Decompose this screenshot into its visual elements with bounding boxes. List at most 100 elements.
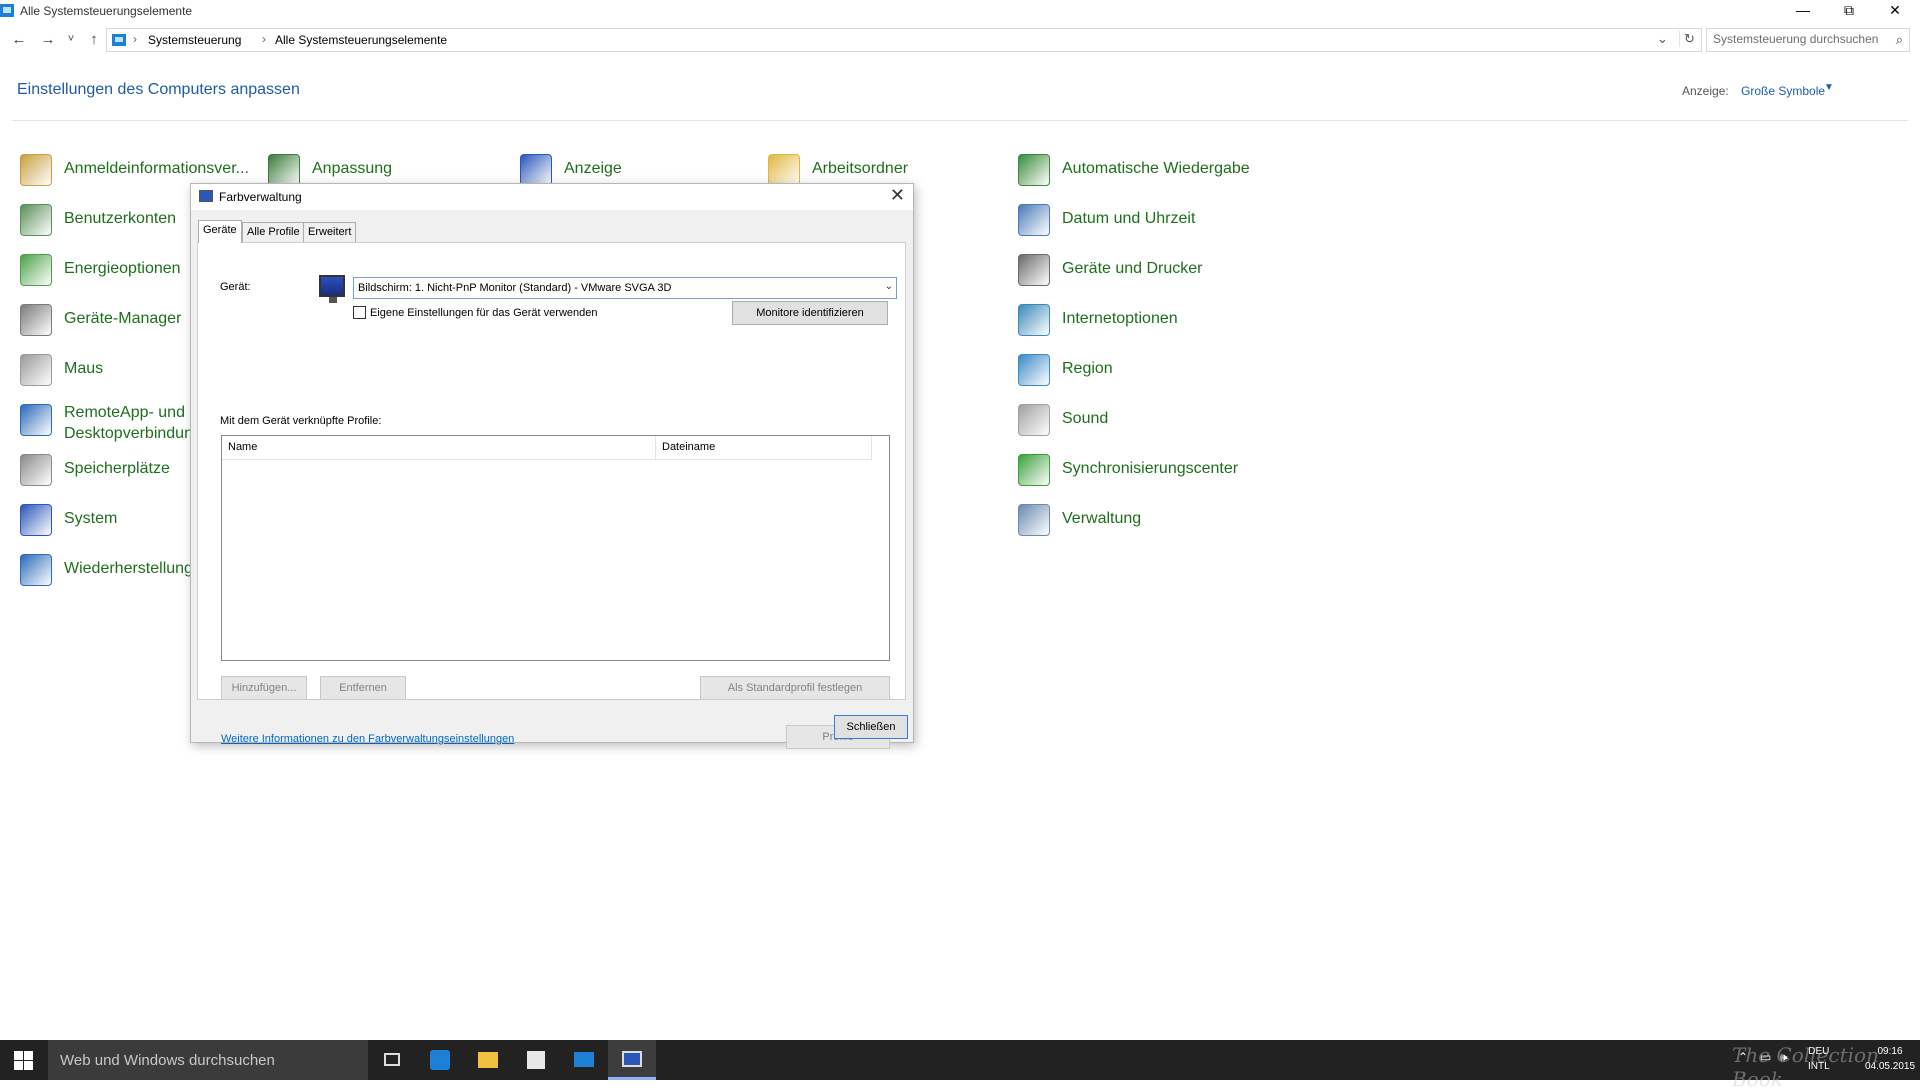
close-dialog-button[interactable]: Schließen (834, 715, 908, 739)
window-title: Alle Systemsteuerungselemente (20, 4, 193, 18)
start-button[interactable] (0, 1040, 48, 1080)
control-panel-item-label: Sound (1062, 410, 1109, 427)
personalization-icon (268, 154, 300, 186)
printer-icon (1018, 254, 1050, 286)
device-manager-icon (20, 304, 52, 336)
taskbar-search[interactable]: Web und Windows durchsuchen (48, 1040, 368, 1080)
column-header-filename[interactable]: Dateiname (656, 436, 872, 460)
remote-desktop-icon (20, 404, 52, 436)
windows-logo-pane (14, 1061, 23, 1070)
color-management-dialog: Farbverwaltung ✕ Geräte Alle Profile Erw… (190, 183, 914, 749)
restore-button[interactable]: ⧉ (1826, 0, 1872, 22)
taskbar: Web und Windows durchsuchen ⌃ ▭ 🕪 DEU IN… (0, 1040, 1920, 1080)
control-panel-item-label: System (64, 510, 118, 527)
clock-icon (1018, 204, 1050, 236)
speaker-icon (1018, 404, 1050, 436)
remove-button[interactable]: Entfernen (320, 676, 406, 700)
profiles-table[interactable]: Name Dateiname (221, 435, 890, 661)
address-history-chevron-icon[interactable]: ⌄ (1657, 31, 1668, 47)
forward-icon[interactable]: → (39, 31, 57, 48)
back-icon[interactable]: ← (10, 31, 28, 48)
internet-explorer-icon (430, 1050, 450, 1070)
taskbar-app-control-panel[interactable] (560, 1040, 608, 1080)
task-view-button[interactable] (368, 1040, 416, 1080)
control-panel-item-label: Wiederherstellung (64, 560, 193, 577)
caret-down-icon[interactable]: ▼ (1824, 82, 1834, 93)
up-icon[interactable]: ↑ (85, 31, 103, 48)
use-own-settings-checkbox[interactable] (353, 306, 366, 319)
close-window-button[interactable]: ✕ (1872, 0, 1918, 22)
control-panel-item-label: Geräte und Drucker (1062, 260, 1203, 277)
control-panel-item-label: Energieoptionen (64, 260, 181, 277)
divider (12, 120, 1908, 121)
control-panel-item-label: Datum und Uhrzeit (1062, 210, 1196, 227)
tab-all-profiles[interactable]: Alle Profile (242, 222, 305, 242)
search-box[interactable]: ⌕ (1706, 28, 1910, 52)
search-icon[interactable]: ⌕ (1896, 32, 1903, 48)
display-icon (520, 154, 552, 186)
control-panel-item-label: Benutzerkonten (64, 210, 177, 227)
control-panel-item-label: Geräte-Manager (64, 310, 182, 327)
globe-icon (1018, 354, 1050, 386)
control-panel-item-label: Internetoptionen (1062, 310, 1178, 327)
folder-icon (478, 1052, 498, 1068)
view-label: Anzeige: (1682, 84, 1729, 98)
devices-panel: Gerät: Bildschirm: 1. Nicht-PnP Monitor … (197, 242, 906, 749)
mouse-icon (20, 354, 52, 386)
dialog-title: Farbverwaltung (219, 190, 302, 204)
store-icon (527, 1051, 545, 1069)
search-input[interactable] (1713, 32, 1883, 46)
device-select[interactable]: Bildschirm: 1. Nicht-PnP Monitor (Standa… (353, 277, 897, 299)
breadcrumb-systemsteuerung[interactable]: Systemsteuerung (148, 33, 241, 47)
windows-logo-icon (14, 1051, 23, 1060)
taskbar-app-internet-explorer[interactable] (416, 1040, 464, 1080)
dialog-titlebar: Farbverwaltung ✕ (191, 184, 913, 210)
recent-locations-icon[interactable]: ˅ (62, 33, 80, 45)
address-bar[interactable]: › Systemsteuerung › Alle Systemsteuerung… (106, 28, 1702, 52)
view-mode-dropdown[interactable]: Große Symbole (1741, 84, 1825, 98)
taskbar-app-store[interactable] (512, 1040, 560, 1080)
taskbar-app-explorer[interactable] (464, 1040, 512, 1080)
more-info-link[interactable]: Weitere Informationen zu den Farbverwalt… (221, 733, 514, 745)
taskbar-app-color-management[interactable] (608, 1040, 656, 1080)
refresh-icon[interactable]: ↻ (1679, 31, 1695, 47)
control-panel-item-label: Synchronisierungscenter (1062, 460, 1239, 477)
tab-advanced[interactable]: Erweitert (303, 222, 357, 242)
dialog-close-icon[interactable]: ✕ (890, 185, 905, 206)
control-panel-item-label: RemoteApp- und Desktopverbindun (64, 402, 193, 444)
tab-devices[interactable]: Geräte (198, 220, 242, 243)
watermark-text: The Collection Book (1732, 1043, 1879, 1091)
use-own-settings-label[interactable]: Eigene Einstellungen für das Gerät verwe… (370, 307, 597, 319)
control-panel-item-label: Arbeitsordner (812, 160, 909, 177)
chevron-down-icon[interactable]: ⌄ (885, 281, 893, 292)
breadcrumb-all-items[interactable]: Alle Systemsteuerungselemente (275, 33, 447, 47)
admin-tools-icon (1018, 504, 1050, 536)
color-management-icon (199, 190, 213, 202)
system-icon (20, 504, 52, 536)
device-label: Gerät: (220, 281, 251, 293)
power-icon (20, 254, 52, 286)
control-panel-icon (0, 4, 14, 17)
set-default-profile-button[interactable]: Als Standardprofil festlegen (700, 676, 890, 700)
identify-monitors-button[interactable]: Monitore identifizieren (732, 301, 888, 325)
folder-icon (768, 154, 800, 186)
window-titlebar: Alle Systemsteuerungselemente — ⧉ ✕ (0, 0, 1920, 22)
task-view-icon (384, 1053, 400, 1066)
column-header-name[interactable]: Name (222, 436, 656, 460)
page-title: Einstellungen des Computers anpassen (17, 81, 300, 98)
device-select-value: Bildschirm: 1. Nicht-PnP Monitor (Standa… (358, 282, 672, 294)
control-panel-icon (112, 34, 126, 46)
control-panel-item-label: Verwaltung (1062, 510, 1142, 527)
add-button[interactable]: Hinzufügen... (221, 676, 307, 700)
recovery-icon (20, 554, 52, 586)
breadcrumb-separator: › (262, 32, 266, 46)
monitor-icon (319, 275, 345, 303)
control-panel-item-label: Region (1062, 360, 1113, 377)
divider (214, 699, 900, 700)
control-panel-item-label: Maus (64, 360, 104, 377)
breadcrumb-separator: › (133, 32, 137, 46)
taskbar-search-placeholder: Web und Windows durchsuchen (60, 1052, 275, 1069)
minimize-button[interactable]: — (1780, 0, 1826, 22)
profiles-label: Mit dem Gerät verknüpfte Profile: (220, 415, 382, 427)
control-panel-item-label: Automatische Wiedergabe (1062, 160, 1250, 177)
